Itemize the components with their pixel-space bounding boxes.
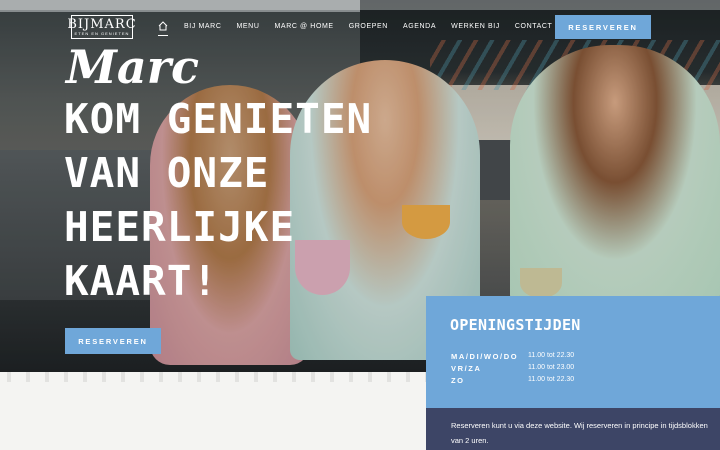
hours-days: MA/DI/WO/DO <box>451 352 519 361</box>
nav-menu[interactable]: MENU <box>236 23 259 30</box>
hours-days: ZO <box>451 376 465 385</box>
hero-script-title: Marc <box>66 40 199 94</box>
opening-hours-panel: OPENINGSTIJDEN MA/DI/WO/DO 11.00 tot 22.… <box>426 296 720 408</box>
hours-days: VR/ZA <box>451 364 482 373</box>
headline-line: KOM GENIETEN <box>64 95 373 143</box>
hours-row: VR/ZA 11.00 tot 23.00 <box>451 364 574 373</box>
headline-line: HEERLIJKE <box>64 203 296 251</box>
hours-row: ZO 11.00 tot 22.30 <box>451 376 574 385</box>
hours-time: 11.00 tot 22.30 <box>528 376 575 383</box>
headline-line: KAART! <box>64 257 219 305</box>
opening-hours-title: OPENINGSTIJDEN <box>450 316 581 334</box>
site-logo[interactable]: BIJMARC ETEN EN GENIETEN <box>67 15 136 39</box>
reservation-info-text: Reserveren kunt u via deze website. Wij … <box>451 421 708 445</box>
nav-bij-marc[interactable]: BIJ MARC <box>184 23 221 30</box>
reserve-button-header[interactable]: RESERVEREN <box>555 15 651 39</box>
nav-agenda[interactable]: AGENDA <box>403 23 436 30</box>
nav-marc-at-home[interactable]: MARC @ HOME <box>275 23 334 30</box>
top-bar <box>0 0 720 10</box>
reserve-button-hero[interactable]: RESERVEREN <box>65 328 161 354</box>
home-icon[interactable] <box>158 21 168 36</box>
hours-time: 11.00 tot 23.00 <box>528 364 575 371</box>
hours-row: MA/DI/WO/DO 11.00 tot 22.30 <box>451 352 574 361</box>
nav-contact[interactable]: CONTACT <box>515 23 553 30</box>
nav-werken-bij[interactable]: WERKEN BIJ <box>451 23 500 30</box>
logo-text: BIJMARC <box>67 17 137 32</box>
hours-time: 11.00 tot 22.30 <box>528 352 575 359</box>
torn-paper-band <box>0 372 426 450</box>
hero-headline: KOM GENIETEN VAN ONZE HEERLIJKE KAART! <box>64 92 373 308</box>
nav-groepen[interactable]: GROEPEN <box>349 23 388 30</box>
main-nav: BIJ MARC MENU MARC @ HOME GROEPEN AGENDA… <box>158 21 567 36</box>
logo-tagline: ETEN EN GENIETEN <box>74 31 130 36</box>
reservation-info-panel: Reserveren kunt u via deze website. Wij … <box>426 408 720 450</box>
headline-line: VAN ONZE <box>64 149 270 197</box>
